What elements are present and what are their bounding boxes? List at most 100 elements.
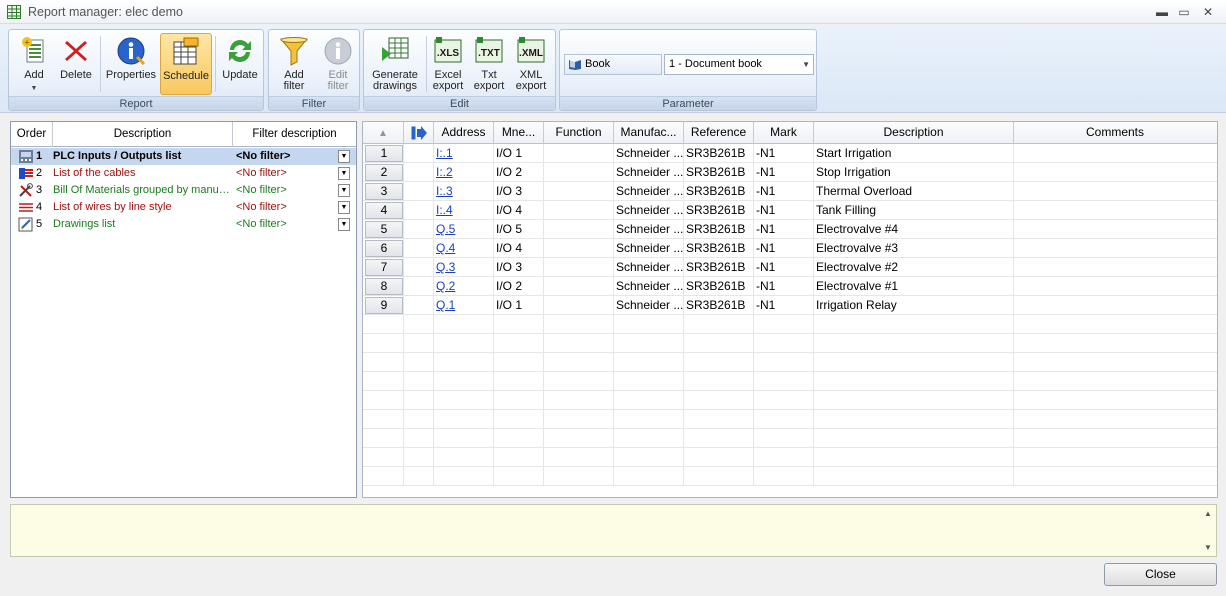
update-button[interactable]: Update bbox=[218, 33, 262, 95]
cell-mark bbox=[754, 372, 814, 391]
cell-address[interactable]: I:.4 bbox=[434, 201, 494, 220]
row-number[interactable]: 3 bbox=[365, 183, 403, 200]
schedule-table-icon bbox=[173, 37, 199, 65]
cell-address bbox=[434, 448, 494, 467]
close-button[interactable]: Close bbox=[1104, 563, 1217, 586]
row-number[interactable]: 2 bbox=[365, 164, 403, 181]
properties-button[interactable]: Properties bbox=[104, 33, 158, 95]
filter-dropdown-button[interactable]: ▼ bbox=[338, 150, 350, 163]
row-number[interactable]: 6 bbox=[365, 240, 403, 257]
cell-description: Electrovalve #3 bbox=[814, 239, 1014, 258]
cell-reference bbox=[684, 391, 754, 410]
header-comments[interactable]: Comments bbox=[1014, 122, 1216, 144]
cell-manufacturer bbox=[614, 448, 684, 467]
header-reference[interactable]: Reference bbox=[684, 122, 754, 144]
excel-export-button[interactable]: .XLS Excel export bbox=[429, 33, 467, 95]
cell-mne: I/O 4 bbox=[494, 201, 544, 220]
scroll-down-icon[interactable]: ▼ bbox=[1204, 543, 1212, 552]
xml-export-button[interactable]: .XML XML export bbox=[511, 33, 551, 95]
row-number[interactable]: 8 bbox=[365, 278, 403, 295]
header-filter-description[interactable]: Filter description bbox=[233, 122, 356, 147]
cell-address[interactable]: I:.2 bbox=[434, 163, 494, 182]
cell-mne: I/O 2 bbox=[494, 277, 544, 296]
svg-text:+: + bbox=[24, 38, 29, 48]
cell-address[interactable]: Q.4 bbox=[434, 239, 494, 258]
header-manufacturer[interactable]: Manufac... bbox=[614, 122, 684, 144]
cell-mark: -N1 bbox=[754, 144, 814, 163]
notes-area[interactable]: ▲ ▼ bbox=[10, 504, 1217, 557]
table-row[interactable]: 2 I:.2 I/O 2 Schneider ... SR3B261B -N1 Stop I… bbox=[363, 163, 1217, 182]
add-filter-button[interactable]: Add filter bbox=[273, 33, 315, 95]
close-window-button[interactable]: ✕ bbox=[1198, 4, 1218, 20]
minimize-button[interactable]: ▬ bbox=[1152, 4, 1172, 20]
header-mnemonic[interactable]: Mne... bbox=[494, 122, 544, 144]
row-number[interactable]: 9 bbox=[365, 297, 403, 314]
cell-comments bbox=[1014, 277, 1216, 296]
cell-function bbox=[544, 163, 614, 182]
navigate-arrow-icon[interactable] bbox=[404, 122, 434, 144]
generate-drawings-button[interactable]: Generate drawings bbox=[367, 33, 423, 95]
add-button[interactable]: + Add ▼ bbox=[15, 33, 53, 95]
cell-comments bbox=[1014, 353, 1216, 372]
empty-row bbox=[363, 353, 1217, 372]
header-function[interactable]: Function bbox=[544, 122, 614, 144]
report-row[interactable]: 1 PLC Inputs / Outputs list <No filter> ▼ bbox=[11, 148, 356, 165]
cell-address[interactable]: Q.1 bbox=[434, 296, 494, 315]
txt-export-button[interactable]: .TXT Txt export bbox=[470, 33, 508, 95]
header-address[interactable]: Address bbox=[434, 122, 494, 144]
book-select[interactable]: 1 - Document book ▼ bbox=[664, 54, 814, 75]
cell-manufacturer: Schneider ... bbox=[614, 239, 684, 258]
cell-address[interactable]: I:.1 bbox=[434, 144, 494, 163]
cell-mark bbox=[754, 353, 814, 372]
cell-reference: SR3B261B bbox=[684, 220, 754, 239]
table-row[interactable]: 3 I:.3 I/O 3 Schneider ... SR3B261B -N1 Therma… bbox=[363, 182, 1217, 201]
cell-address bbox=[434, 372, 494, 391]
cell-mark bbox=[754, 410, 814, 429]
table-row[interactable]: 8 Q.2 I/O 2 Schneider ... SR3B261B -N1 Electro… bbox=[363, 277, 1217, 296]
separator bbox=[100, 36, 101, 92]
filter-group: Add filter Edit filter Filter bbox=[268, 29, 360, 111]
report-row[interactable]: 2 List of the cables <No filter> ▼ bbox=[11, 165, 356, 182]
header-mark[interactable]: Mark bbox=[754, 122, 814, 144]
sort-up-icon[interactable]: ▲ bbox=[363, 122, 404, 144]
table-row[interactable]: 1 I:.1 I/O 1 Schneider ... SR3B261B -N1 Start … bbox=[363, 144, 1217, 163]
cell-address[interactable]: I:.3 bbox=[434, 182, 494, 201]
drawing-icon bbox=[18, 217, 34, 232]
row-number[interactable]: 7 bbox=[365, 259, 403, 276]
row-number[interactable]: 5 bbox=[365, 221, 403, 238]
header-description[interactable]: Description bbox=[814, 122, 1014, 144]
table-row[interactable]: 4 I:.4 I/O 4 Schneider ... SR3B261B -N1 Tank F… bbox=[363, 201, 1217, 220]
report-row[interactable]: 4 List of wires by line style <No filter> ▼ bbox=[11, 199, 356, 216]
notes-scrollbar[interactable]: ▲ ▼ bbox=[1200, 505, 1216, 556]
header-order[interactable]: Order bbox=[11, 122, 53, 147]
cell-address[interactable]: Q.3 bbox=[434, 258, 494, 277]
report-row[interactable]: 5 Drawings list <No filter> ▼ bbox=[11, 216, 356, 233]
row-number[interactable]: 1 bbox=[365, 145, 403, 162]
cell-function bbox=[544, 391, 614, 410]
table-row[interactable]: 5 Q.5 I/O 5 Schneider ... SR3B261B -N1 Electro… bbox=[363, 220, 1217, 239]
filter-dropdown-button[interactable]: ▼ bbox=[338, 201, 350, 214]
cell-mark: -N1 bbox=[754, 258, 814, 277]
schedule-button[interactable]: Schedule bbox=[160, 33, 212, 95]
cell-reference bbox=[684, 353, 754, 372]
cell-address[interactable]: Q.5 bbox=[434, 220, 494, 239]
filter-dropdown-button[interactable]: ▼ bbox=[338, 184, 350, 197]
report-row[interactable]: 3 Bill Of Materials grouped by manufactur… bbox=[11, 182, 356, 199]
row-number[interactable]: 4 bbox=[365, 202, 403, 219]
book-icon bbox=[569, 59, 581, 70]
wires-icon bbox=[18, 200, 34, 215]
table-row[interactable]: 9 Q.1 I/O 1 Schneider ... SR3B261B -N1 Irrigat… bbox=[363, 296, 1217, 315]
delete-button[interactable]: Delete bbox=[56, 33, 96, 95]
filter-dropdown-button[interactable]: ▼ bbox=[338, 218, 350, 231]
filter-dropdown-button[interactable]: ▼ bbox=[338, 167, 350, 180]
scroll-up-icon[interactable]: ▲ bbox=[1204, 509, 1212, 518]
cell-address[interactable]: Q.2 bbox=[434, 277, 494, 296]
restore-button[interactable]: ▭ bbox=[1174, 4, 1194, 20]
edit-filter-button[interactable]: Edit filter bbox=[317, 33, 359, 95]
table-row[interactable]: 6 Q.4 I/O 4 Schneider ... SR3B261B -N1 Electro… bbox=[363, 239, 1217, 258]
table-row[interactable]: 7 Q.3 I/O 3 Schneider ... SR3B261B -N1 Electro… bbox=[363, 258, 1217, 277]
cell-function bbox=[544, 201, 614, 220]
header-description[interactable]: Description bbox=[53, 122, 233, 147]
cell-comments bbox=[1014, 315, 1216, 334]
svg-text:.XLS: .XLS bbox=[437, 48, 460, 59]
